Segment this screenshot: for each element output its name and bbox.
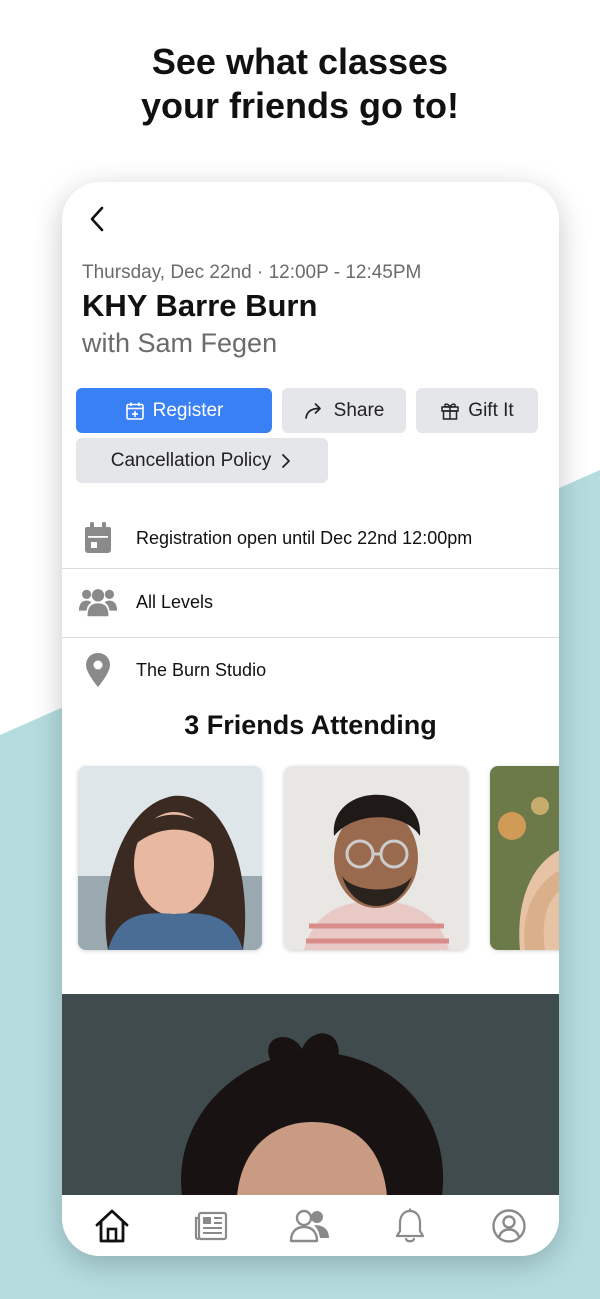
tab-profile[interactable] xyxy=(484,1201,534,1251)
calendar-plus-icon xyxy=(125,402,144,420)
location-pin-icon xyxy=(78,650,118,690)
share-arrow-icon xyxy=(304,402,321,419)
friend-2-portrait xyxy=(284,766,468,950)
class-hero-photo xyxy=(62,994,559,1196)
gift-button[interactable]: Gift It xyxy=(416,388,538,433)
cancellation-label: Cancellation Policy xyxy=(110,449,272,471)
friend-1-portrait xyxy=(78,766,262,950)
divider xyxy=(62,637,559,638)
headline-line-1: See what classes xyxy=(151,41,449,82)
home-icon xyxy=(95,1209,129,1242)
chevron-right-icon xyxy=(282,453,291,468)
friend-3-portrait xyxy=(490,766,559,950)
news-icon xyxy=(194,1211,228,1240)
friend-photo-1[interactable] xyxy=(78,766,262,950)
friend-photo-3[interactable] xyxy=(490,766,559,950)
share-label: Share xyxy=(333,399,385,421)
tab-feed[interactable] xyxy=(186,1201,236,1251)
marketing-headline: See what classes your friends go to! xyxy=(0,40,600,128)
back-button[interactable] xyxy=(84,204,112,234)
location-text: The Burn Studio xyxy=(136,660,267,680)
chevron-left-icon xyxy=(90,206,104,232)
location-row: The Burn Studio xyxy=(62,650,559,690)
level-row: All Levels xyxy=(62,582,559,622)
bell-icon xyxy=(395,1208,424,1242)
class-instructor: with Sam Fegen xyxy=(82,328,278,358)
divider xyxy=(62,568,559,569)
calendar-icon xyxy=(78,518,118,558)
tab-friends[interactable] xyxy=(285,1201,335,1251)
class-title: KHY Barre Burn xyxy=(82,288,318,323)
cancellation-policy-button[interactable]: Cancellation Policy xyxy=(76,438,328,483)
register-label: Register xyxy=(152,399,224,421)
group-icon xyxy=(78,582,118,622)
tab-notifications[interactable] xyxy=(385,1201,435,1251)
profile-icon xyxy=(492,1208,526,1243)
gift-label: Gift It xyxy=(468,399,514,421)
bottom-tab-bar xyxy=(62,1195,559,1256)
phone-screen: Thursday, Dec 22nd · 12:00P - 12:45PM KH… xyxy=(62,182,559,1256)
gift-icon xyxy=(441,402,460,420)
level-text: All Levels xyxy=(136,592,214,612)
register-button[interactable]: Register xyxy=(76,388,272,433)
registration-row: Registration open until Dec 22nd 12:00pm xyxy=(62,518,559,558)
class-datetime: Thursday, Dec 22nd · 12:00P - 12:45PM xyxy=(82,262,422,283)
friends-attending-title: 3 Friends Attending xyxy=(184,710,437,740)
share-button[interactable]: Share xyxy=(282,388,406,433)
headline-line-2: your friends go to! xyxy=(141,85,459,126)
registration-text: Registration open until Dec 22nd 12:00pm xyxy=(136,528,473,548)
tab-home[interactable] xyxy=(87,1201,137,1251)
friend-photo-2[interactable] xyxy=(284,766,468,950)
friends-icon xyxy=(290,1209,330,1242)
